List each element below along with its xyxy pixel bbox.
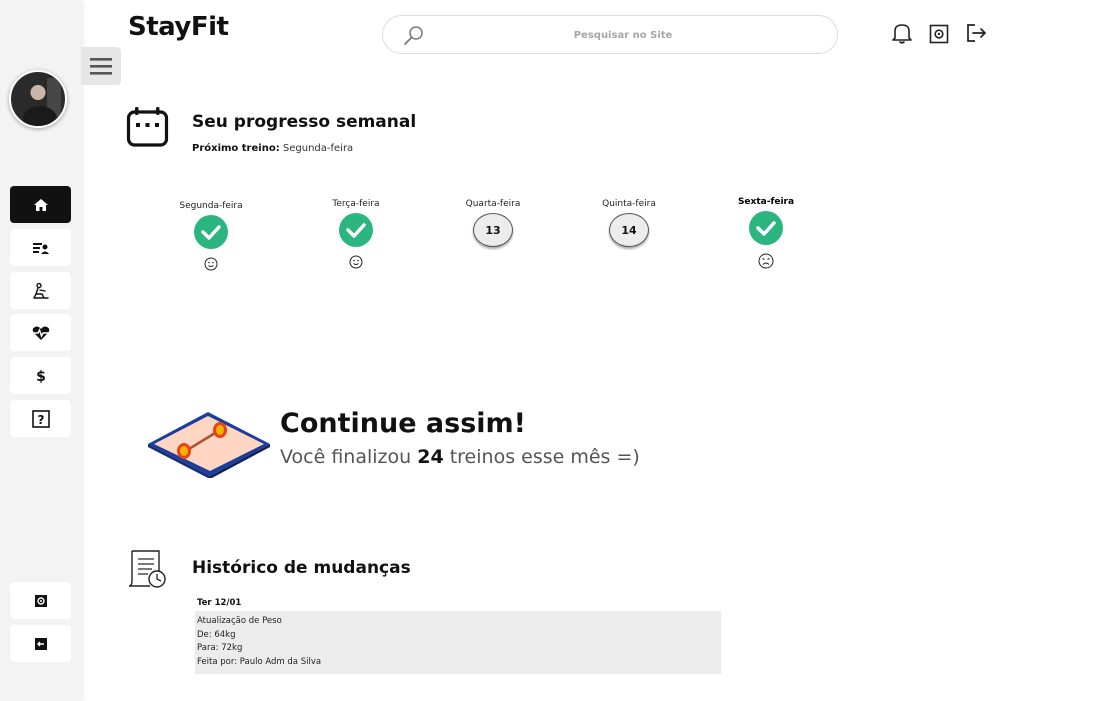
history-document-icon <box>128 550 166 588</box>
day-label: Sexta-feira <box>737 197 795 207</box>
bell-icon[interactable] <box>891 22 913 44</box>
logout-icon <box>34 637 47 650</box>
day-monday[interactable]: Segunda-feira <box>161 201 261 271</box>
sidebar-item-settings[interactable] <box>10 582 71 619</box>
day-label: Segunda-feira <box>179 201 243 211</box>
sad-face-icon <box>758 253 774 269</box>
home-icon <box>33 198 48 211</box>
sidebar-item-help[interactable]: ? <box>10 400 71 437</box>
question-icon: ? <box>31 409 50 428</box>
next-workout: Próximo treino: Segunda-feira <box>192 143 353 154</box>
history-title: Histórico de mudanças <box>192 558 411 578</box>
day-label: Quarta-feira <box>465 199 521 209</box>
barbell-illustration <box>148 412 270 478</box>
date-badge: 14 <box>609 213 649 247</box>
sidebar: $ ? <box>0 0 81 701</box>
day-friday[interactable]: Sexta-feira <box>716 197 816 269</box>
logout-icon[interactable] <box>966 23 988 43</box>
day-tuesday[interactable]: Terça-feira <box>306 199 406 269</box>
heartbeat-icon <box>32 326 49 340</box>
settings-icon[interactable] <box>929 24 949 44</box>
check-icon <box>194 215 228 249</box>
hamburger-icon <box>90 58 112 75</box>
next-workout-label: Próximo treino: <box>192 143 280 154</box>
brand-logo[interactable]: StayFit <box>128 12 229 42</box>
day-label: Quinta-feira <box>602 199 656 209</box>
day-label: Terça-feira <box>332 199 380 209</box>
svg-text:?: ? <box>37 413 44 427</box>
day-thursday[interactable]: Quinta-feira 14 <box>579 199 679 247</box>
dollar-icon: $ <box>36 369 46 384</box>
search-icon <box>404 26 423 45</box>
day-wednesday[interactable]: Quarta-feira 13 <box>443 199 543 247</box>
workouts-count: 24 <box>417 446 444 468</box>
motivation-text-after: treinos esse mês =) <box>443 446 640 468</box>
check-icon <box>339 213 373 247</box>
next-workout-value: Segunda-feira <box>279 143 354 154</box>
motivation-text: Você finalizou 24 treinos esse mês =) <box>280 446 640 468</box>
motivation-title: Continue assim! <box>280 408 526 439</box>
happy-face-icon <box>349 255 363 269</box>
sidebar-item-health[interactable] <box>10 314 71 351</box>
list-user-icon <box>32 242 49 254</box>
gear-icon <box>34 594 47 607</box>
exercise-icon <box>32 282 49 299</box>
sidebar-item-payments[interactable]: $ <box>10 357 71 394</box>
history-line: De: 64kg <box>197 629 236 640</box>
search-input[interactable] <box>443 24 803 46</box>
calendar-icon <box>126 107 169 147</box>
sidebar-item-logout[interactable] <box>10 625 71 662</box>
weekly-progress-title: Seu progresso semanal <box>192 112 417 132</box>
happy-face-icon <box>204 257 218 271</box>
sidebar-item-workout-list[interactable] <box>10 229 71 266</box>
svg-text:$: $ <box>36 369 46 384</box>
check-icon <box>749 211 783 245</box>
search-bar[interactable] <box>382 15 838 54</box>
sidebar-item-exercise[interactable] <box>10 272 71 309</box>
history-line: Feita por: Paulo Adm da Silva <box>197 657 322 668</box>
avatar[interactable] <box>9 70 67 128</box>
sidebar-item-home[interactable] <box>10 186 71 223</box>
history-entry-date: Ter 12/01 <box>197 598 242 608</box>
menu-toggle-button[interactable] <box>81 47 121 85</box>
history-entry: Atualização de Peso De: 64kg Para: 72kg … <box>195 611 721 674</box>
date-badge: 13 <box>473 213 513 247</box>
history-line: Atualização de Peso <box>197 616 282 626</box>
motivation-text-before: Você finalizou <box>280 446 418 468</box>
history-line: Para: 72kg <box>197 643 243 654</box>
